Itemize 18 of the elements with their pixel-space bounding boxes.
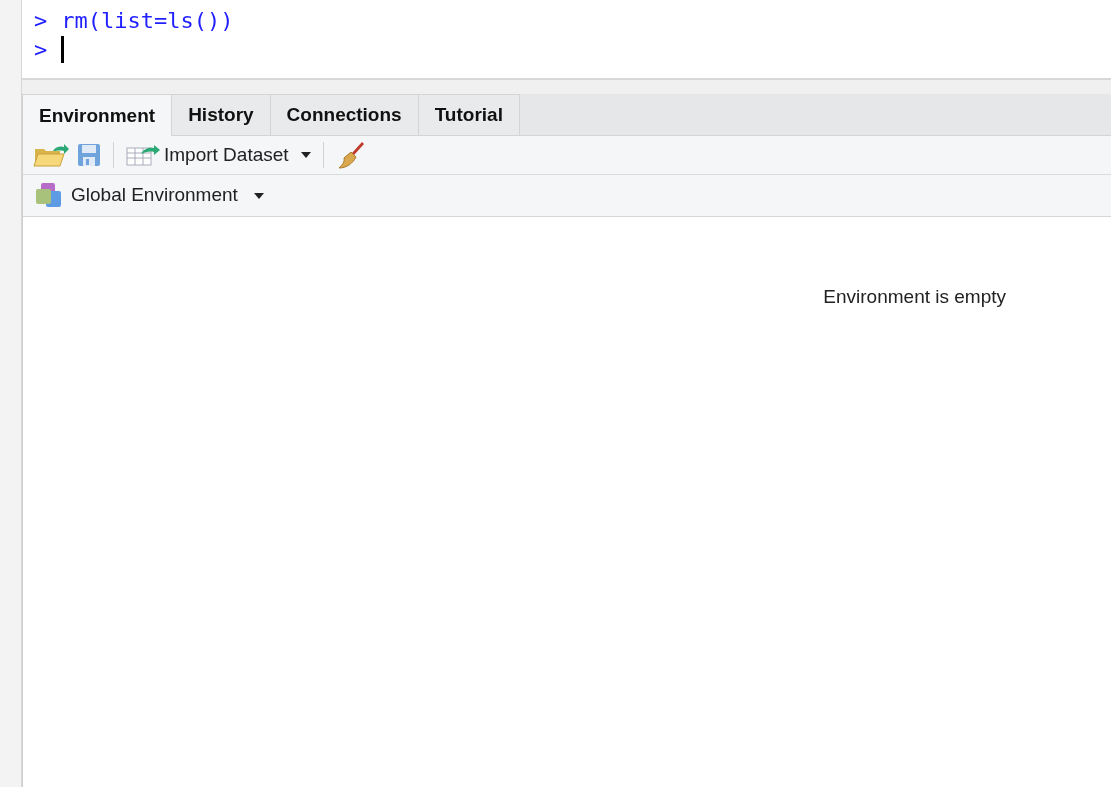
folder-icon — [33, 143, 69, 167]
import-dataset-button[interactable]: Import Dataset — [126, 140, 311, 170]
tab[interactable]: History — [172, 94, 271, 135]
tab[interactable]: Environment — [23, 94, 173, 137]
table-icon — [126, 144, 160, 166]
save-button[interactable] — [77, 143, 101, 167]
prompt-symbol: > — [34, 36, 48, 64]
tab[interactable]: Connections — [270, 94, 419, 135]
prompt-symbol: > — [34, 7, 48, 35]
layers-icon — [35, 181, 63, 210]
caret-icon — [253, 192, 264, 199]
environment-selector[interactable]: Global Environment — [35, 181, 264, 210]
console-command: rm(list=ls()) — [61, 7, 234, 35]
caret-icon — [300, 152, 311, 158]
open-button[interactable] — [33, 143, 69, 167]
save-icon — [77, 143, 101, 167]
empty-message: Environment is empty — [823, 285, 1006, 309]
tab[interactable]: Tutorial — [418, 94, 520, 135]
